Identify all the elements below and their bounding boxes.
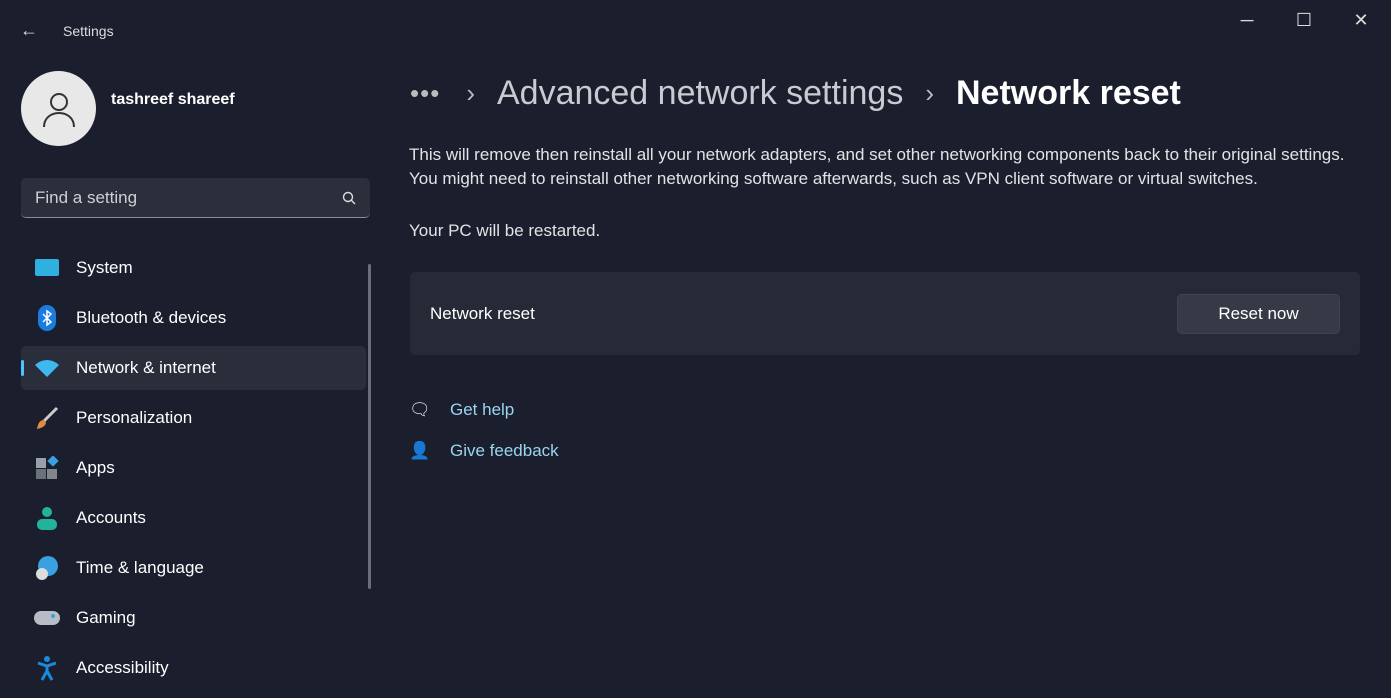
maximize-button[interactable]: ☐ [1284, 10, 1324, 31]
avatar[interactable] [21, 71, 96, 146]
breadcrumb-advanced-network-settings[interactable]: Advanced network settings [497, 74, 903, 113]
globe-clock-icon [34, 555, 60, 581]
chevron-right-icon: › [466, 78, 475, 108]
sidebar-item-system[interactable]: System [21, 246, 366, 290]
sidebar-item-network[interactable]: Network & internet [21, 346, 366, 390]
chevron-right-icon: › [925, 78, 934, 108]
paintbrush-icon [34, 405, 60, 431]
person-icon [42, 92, 75, 127]
wifi-icon [34, 355, 60, 381]
description: This will remove then reinstall all your… [409, 145, 1345, 188]
network-reset-card: Network reset Reset now [410, 272, 1360, 355]
sidebar-scrollbar[interactable] [368, 264, 371, 589]
sidebar-item-apps[interactable]: Apps [21, 446, 366, 490]
give-feedback-link[interactable]: 👤 Give feedback [409, 441, 559, 461]
reset-now-button[interactable]: Reset now [1177, 293, 1340, 334]
person-icon [34, 505, 60, 531]
sidebar-nav: System Bluetooth & devices Network & int… [21, 246, 366, 696]
card-title: Network reset [430, 303, 535, 323]
close-button[interactable]: ✕ [1341, 10, 1381, 31]
gamepad-icon [34, 605, 60, 631]
app-title: Settings [63, 23, 114, 39]
sidebar-item-accounts[interactable]: Accounts [21, 496, 366, 540]
page-title: Network reset [956, 74, 1181, 112]
restart-note: Your PC will be restarted. [409, 221, 601, 240]
sidebar-item-bluetooth[interactable]: Bluetooth & devices [21, 296, 366, 340]
accessibility-icon [34, 655, 60, 681]
bluetooth-icon [34, 305, 60, 331]
help-icon: 🗨 [409, 400, 431, 419]
search-box[interactable] [21, 178, 370, 218]
breadcrumb-more-button[interactable]: ••• [410, 78, 440, 109]
sidebar-item-personalization[interactable]: Personalization [21, 396, 366, 440]
system-display-icon [34, 255, 60, 281]
user-name: tashreef shareef [111, 91, 235, 108]
feedback-icon: 👤 [409, 441, 431, 460]
back-arrow-icon[interactable]: ← [20, 20, 38, 41]
sidebar-item-accessibility[interactable]: Accessibility [21, 646, 366, 690]
title-bar: ← Settings ─ ☐ ✕ [0, 0, 1391, 60]
minimize-button[interactable]: ─ [1227, 10, 1267, 31]
sidebar-item-time-language[interactable]: Time & language [21, 546, 366, 590]
breadcrumb: ••• › Advanced network settings › Networ… [410, 74, 1181, 113]
search-input[interactable] [35, 187, 325, 208]
search-icon[interactable] [342, 191, 356, 205]
sidebar-item-gaming[interactable]: Gaming [21, 596, 366, 640]
apps-icon [34, 455, 60, 481]
get-help-link[interactable]: 🗨 Get help [409, 400, 514, 420]
